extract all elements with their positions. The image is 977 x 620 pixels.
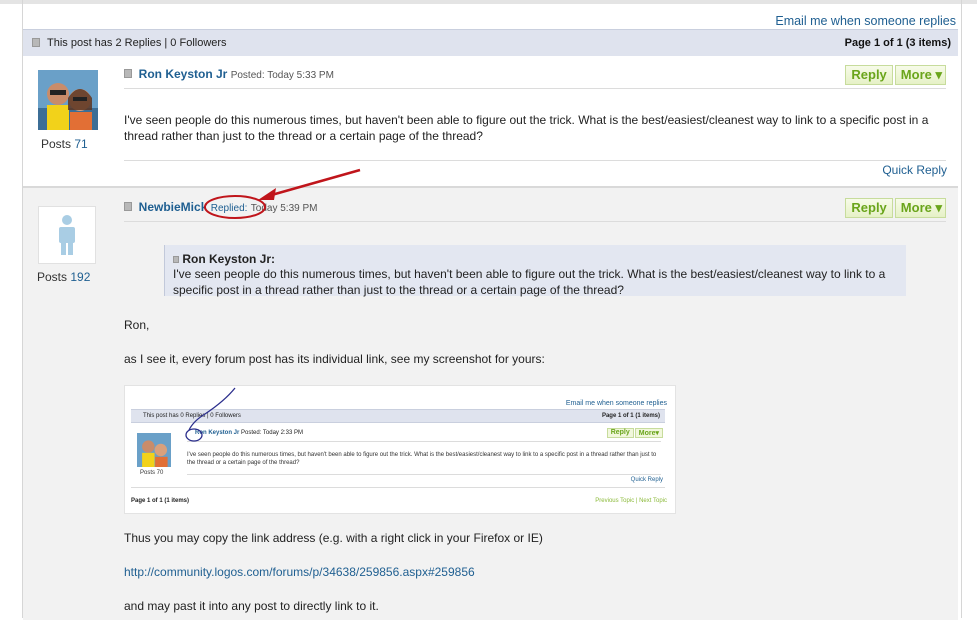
- replied-link[interactable]: Replied:: [211, 203, 248, 214]
- page-indicator: Page 1 of 1 (3 items): [844, 37, 951, 49]
- post-header: Ron Keyston Jr Posted: Today 5:33 PM: [124, 67, 334, 81]
- document-icon: [173, 256, 179, 263]
- avatar[interactable]: [38, 206, 96, 264]
- post-actions: Reply More ▾: [845, 198, 946, 218]
- post-body: I've seen people do this numerous times,…: [124, 113, 929, 143]
- posts-count: Posts 71: [41, 137, 88, 151]
- quote-text: I've seen people do this numerous times,…: [173, 267, 886, 297]
- post-actions: Reply More ▾: [845, 65, 946, 85]
- paragraph: and may past it into any post to directl…: [124, 599, 379, 613]
- posts-count-link[interactable]: 71: [74, 137, 87, 151]
- thread-header-bar: This post has 2 Replies | 0 Followers Pa…: [23, 29, 958, 57]
- embedded-screenshot: Email me when someone replies This post …: [124, 385, 676, 514]
- posts-count-link[interactable]: 192: [70, 270, 90, 284]
- paragraph: Ron,: [124, 318, 150, 332]
- post-ron-keyston: Posts 71 Ron Keyston Jr Posted: Today 5:…: [23, 56, 958, 184]
- document-icon: [32, 38, 40, 47]
- reply-button[interactable]: Reply: [845, 65, 893, 85]
- divider: [124, 221, 946, 222]
- divider: [124, 88, 946, 89]
- reply-button[interactable]: Reply: [845, 198, 893, 218]
- more-button[interactable]: More ▾: [894, 198, 946, 218]
- divider: [124, 160, 946, 161]
- quote-header: Ron Keyston Jr:: [173, 252, 898, 266]
- document-icon: [124, 69, 132, 78]
- paragraph: Thus you may copy the link address (e.g.…: [124, 531, 543, 545]
- post-newbiemick: Posts 192 NewbieMick Replied: Today 5:39…: [23, 186, 958, 620]
- post-timestamp: Posted: Today 5:33 PM: [230, 70, 334, 81]
- quote-block: Ron Keyston Jr: I've seen people do this…: [164, 245, 906, 297]
- more-button[interactable]: More ▾: [894, 65, 946, 85]
- posts-count: Posts 192: [37, 270, 91, 284]
- post-header: NewbieMick Replied: Today 5:39 PM: [124, 200, 317, 214]
- document-icon: [124, 202, 132, 211]
- quick-reply-link[interactable]: Quick Reply: [882, 163, 947, 177]
- email-notify-link[interactable]: Email me when someone replies: [775, 14, 956, 28]
- quote-author: Ron Keyston Jr:: [182, 252, 276, 266]
- author-link[interactable]: NewbieMick: [139, 200, 208, 214]
- author-link[interactable]: Ron Keyston Jr: [139, 67, 228, 81]
- pen-annotation: [185, 387, 236, 442]
- post-timestamp: Today 5:39 PM: [250, 203, 318, 214]
- reply-count: This post has 2 Replies | 0 Followers: [47, 37, 227, 49]
- avatar[interactable]: [38, 70, 98, 130]
- post-permalink[interactable]: http://community.logos.com/forums/p/3463…: [124, 564, 475, 580]
- paragraph: as I see it, every forum post has its in…: [124, 352, 545, 366]
